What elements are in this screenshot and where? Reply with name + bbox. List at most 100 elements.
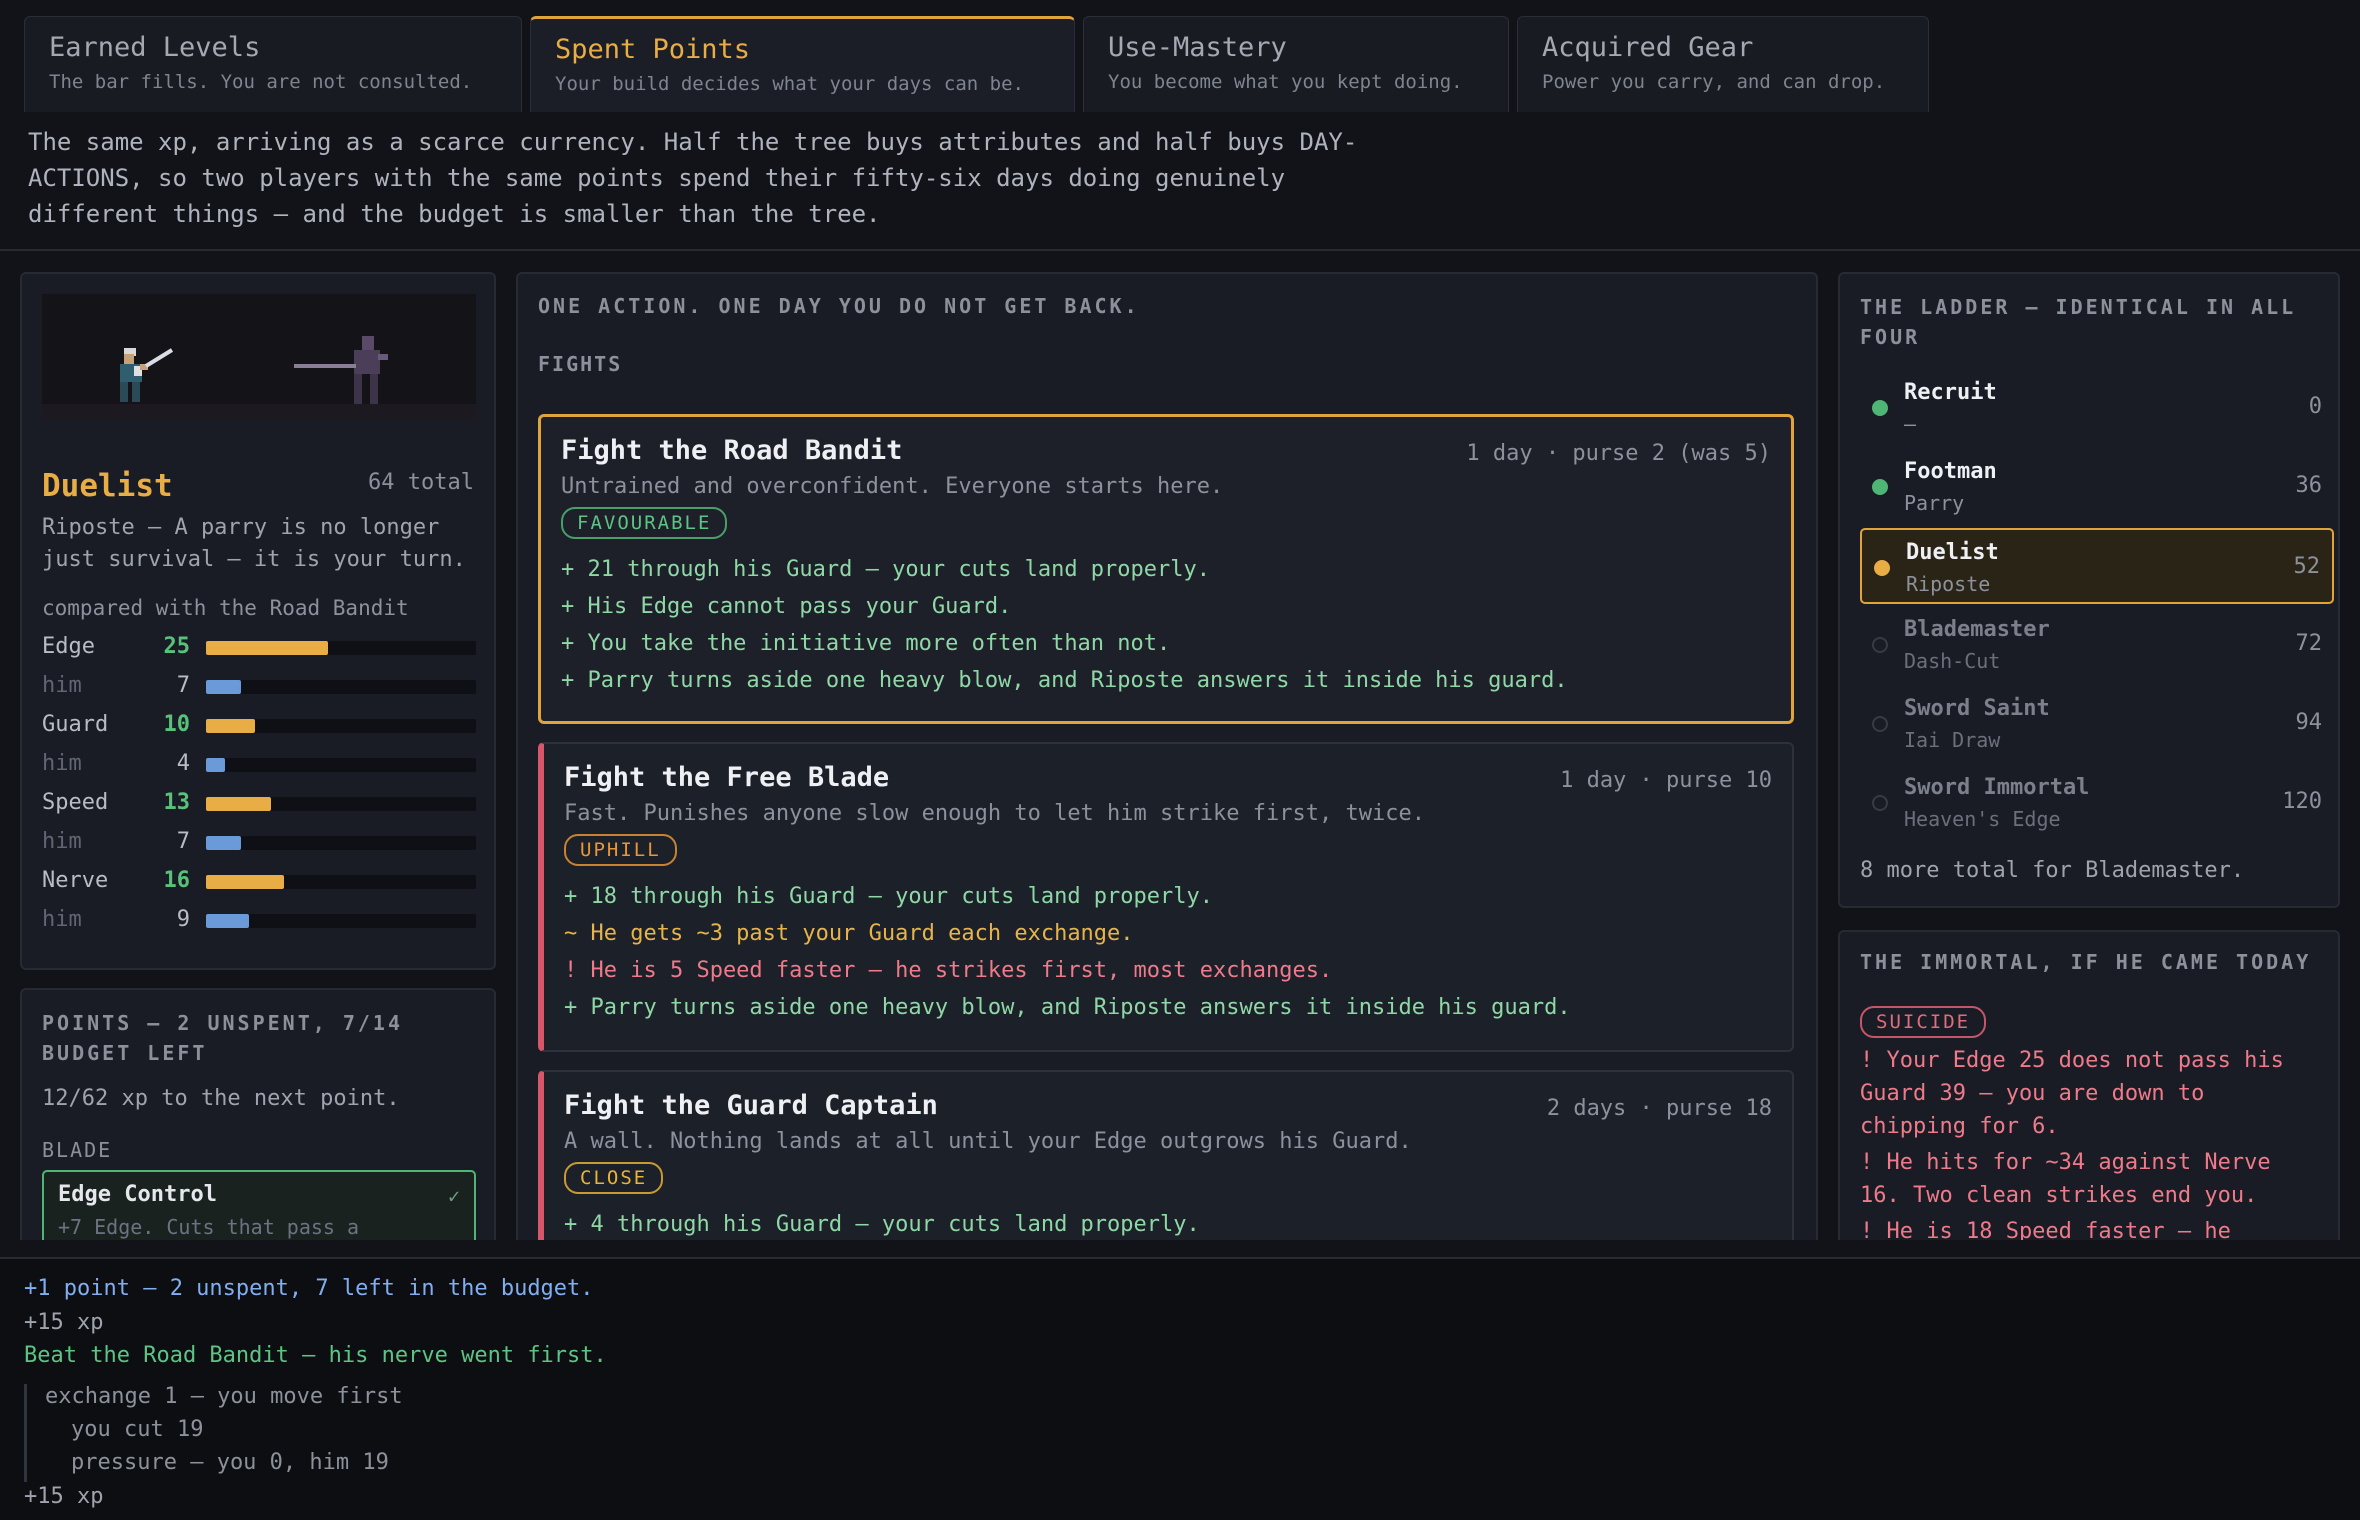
- rung-cost: 52: [2293, 554, 2321, 579]
- fight-line: + 18 through his Guard — your cuts land …: [564, 884, 1214, 909]
- skill-edge-control[interactable]: Edge Control ✓ +7 Edge. Cuts that pass a: [42, 1170, 476, 1240]
- fight-card-guard-captain[interactable]: Fight the Guard Captain 2 days · purse 1…: [538, 1070, 1794, 1240]
- tab-earned-levels[interactable]: Earned Levels The bar fills. You are not…: [24, 16, 522, 112]
- tab-title: Use-Mastery: [1108, 32, 1287, 63]
- duel-scene-art: [42, 336, 476, 420]
- enemy-sprite: [294, 336, 388, 404]
- stat-bar-track: [206, 797, 476, 811]
- exchange-detail: exchange 1 — you move first you cut 19 p…: [24, 1384, 524, 1482]
- character-panel: Duelist 64 total Riposte — A parry is no…: [20, 272, 496, 970]
- stat-bar-track: [206, 758, 476, 772]
- rung-blademaster[interactable]: Blademaster Dash-Cut 72: [1860, 607, 2334, 683]
- rung-name: Sword Saint: [1904, 696, 2050, 721]
- tab-acquired-gear[interactable]: Acquired Gear Power you carry, and can d…: [1517, 16, 1929, 112]
- tab-subtitle: Your build decides what your days can be…: [555, 73, 1024, 95]
- tab-title: Earned Levels: [49, 32, 261, 63]
- stat-bar-fill: [206, 680, 242, 694]
- log-line: +15 xp: [24, 1484, 104, 1509]
- log-line: Beat the Road Bandit — his nerve went fi…: [24, 1343, 607, 1368]
- immortal-line: ! Your Edge 25 does not pass his Guard 3…: [1860, 1048, 2284, 1139]
- stat-bar-fill: [206, 914, 250, 928]
- log-line: you cut 19: [71, 1417, 204, 1442]
- odds-badge: SUICIDE: [1860, 1006, 1987, 1038]
- fight-line: + You take the initiative more often tha…: [561, 631, 1171, 656]
- immortal-line: ! He is 18 Speed faster — he: [1860, 1219, 2231, 1240]
- event-log[interactable]: +1 point — 2 unspent, 7 left in the budg…: [0, 1257, 2360, 1520]
- stat-bar-track: [206, 719, 476, 733]
- stat-bar-fill: [206, 875, 285, 889]
- fight-line: + Parry turns aside one heavy blow, and …: [564, 995, 1571, 1020]
- rung-cost: 120: [2282, 789, 2322, 814]
- stat-value: 13: [163, 790, 191, 815]
- tab-spent-points[interactable]: Spent Points Your build decides what you…: [530, 16, 1075, 112]
- fight-description: Untrained and overconfident. Everyone st…: [561, 474, 1224, 499]
- stat-value: 7: [176, 673, 190, 698]
- rung-cost: 36: [2295, 473, 2323, 498]
- stat-label: Nerve: [42, 868, 109, 893]
- check-icon: ✓: [447, 1184, 460, 1208]
- immortal-caption: The Immortal, if he came today: [1860, 950, 2312, 974]
- odds-badge: FAVOURABLE: [561, 507, 728, 539]
- stat-bar-track: [206, 641, 476, 655]
- stat-bar-track: [206, 836, 476, 850]
- stat-value: 10: [163, 712, 191, 737]
- fight-line: + 21 through his Guard — your cuts land …: [561, 557, 1211, 582]
- rung-name: Sword Immortal: [1904, 775, 2090, 800]
- rung-duelist[interactable]: Duelist Riposte 52: [1860, 528, 2334, 604]
- rung-cost: 0: [2308, 394, 2322, 419]
- fight-description: A wall. Nothing lands at all until your …: [564, 1129, 1412, 1154]
- odds-badge: CLOSE: [564, 1162, 664, 1194]
- stat-label: him: [42, 673, 82, 698]
- status-dot: [1872, 400, 1888, 416]
- stat-label: Guard: [42, 712, 109, 737]
- stat-value: 25: [163, 634, 191, 659]
- rung-name: Footman: [1904, 459, 1997, 484]
- stat-label: Edge: [42, 634, 95, 659]
- tab-subtitle: Power you carry, and can drop.: [1542, 71, 1886, 93]
- duel-scene: [42, 294, 476, 420]
- stat-label: Speed: [42, 790, 109, 815]
- skill-description: +7 Edge. Cuts that pass a: [58, 1215, 360, 1239]
- tab-subtitle: The bar fills. You are not consulted.: [49, 71, 473, 93]
- fights-section-label: FIGHTS: [538, 352, 623, 376]
- stat-value: 4: [176, 751, 190, 776]
- fight-line: ~ He gets ~3 past your Guard each exchan…: [564, 921, 1134, 946]
- enemy-stat-row: him 7: [42, 827, 476, 857]
- rung-name: Recruit: [1904, 380, 1997, 405]
- stat-bar-fill: [206, 797, 271, 811]
- status-dot: [1874, 560, 1890, 576]
- fight-card-road-bandit[interactable]: Fight the Road Bandit 1 day · purse 2 (w…: [538, 414, 1794, 724]
- immortal-panel: The Immortal, if he came today SUICIDE !…: [1838, 930, 2340, 1240]
- status-dot: [1872, 795, 1888, 811]
- class-description: Riposte — A parry is no longer just surv…: [42, 515, 466, 572]
- ladder-caption: The Ladder — identical in all four: [1860, 295, 2297, 349]
- stat-label: him: [42, 907, 82, 932]
- rung-recruit[interactable]: Recruit — 0: [1860, 370, 2334, 446]
- fight-meta: 2 days · purse 18: [1546, 1096, 1772, 1121]
- ladder-note: 8 more total for Blademaster.: [1860, 858, 2245, 883]
- status-dot: [1872, 479, 1888, 495]
- rung-footman[interactable]: Footman Parry 36: [1860, 449, 2334, 525]
- rung-cost: 72: [2295, 631, 2323, 656]
- fight-card-free-blade[interactable]: Fight the Free Blade 1 day · purse 10 Fa…: [538, 742, 1794, 1052]
- stat-bar-fill: [206, 719, 255, 733]
- compare-label: compared with the Road Bandit: [42, 596, 409, 620]
- actions-panel: One action. One day you do not get back.…: [516, 272, 1818, 1240]
- actions-caption: One action. One day you do not get back.: [538, 294, 1140, 318]
- tab-use-mastery[interactable]: Use-Mastery You become what you kept doi…: [1083, 16, 1509, 112]
- rung-sword-saint[interactable]: Sword Saint Iai Draw 94: [1860, 686, 2334, 762]
- log-line: pressure — you 0, him 19: [71, 1450, 389, 1475]
- rung-sword-immortal[interactable]: Sword Immortal Heaven's Edge 120: [1860, 765, 2334, 841]
- stat-bar-fill: [206, 758, 225, 772]
- stat-bar-track: [206, 680, 476, 694]
- stat-label: him: [42, 829, 82, 854]
- fight-description: Fast. Punishes anyone slow enough to let…: [564, 801, 1425, 826]
- tab-subtitle: You become what you kept doing.: [1108, 71, 1463, 93]
- rung-name: Blademaster: [1904, 617, 2050, 642]
- stat-bar-fill: [206, 641, 328, 655]
- intro-text: The same xp, arriving as a scarce curren…: [28, 128, 1358, 228]
- stat-row-speed: Speed 13: [42, 788, 476, 818]
- status-dot: [1872, 637, 1888, 653]
- points-caption: Points — 2 unspent, 7/14 budget left: [42, 1011, 403, 1065]
- fight-meta: 1 day · purse 10: [1560, 768, 1772, 793]
